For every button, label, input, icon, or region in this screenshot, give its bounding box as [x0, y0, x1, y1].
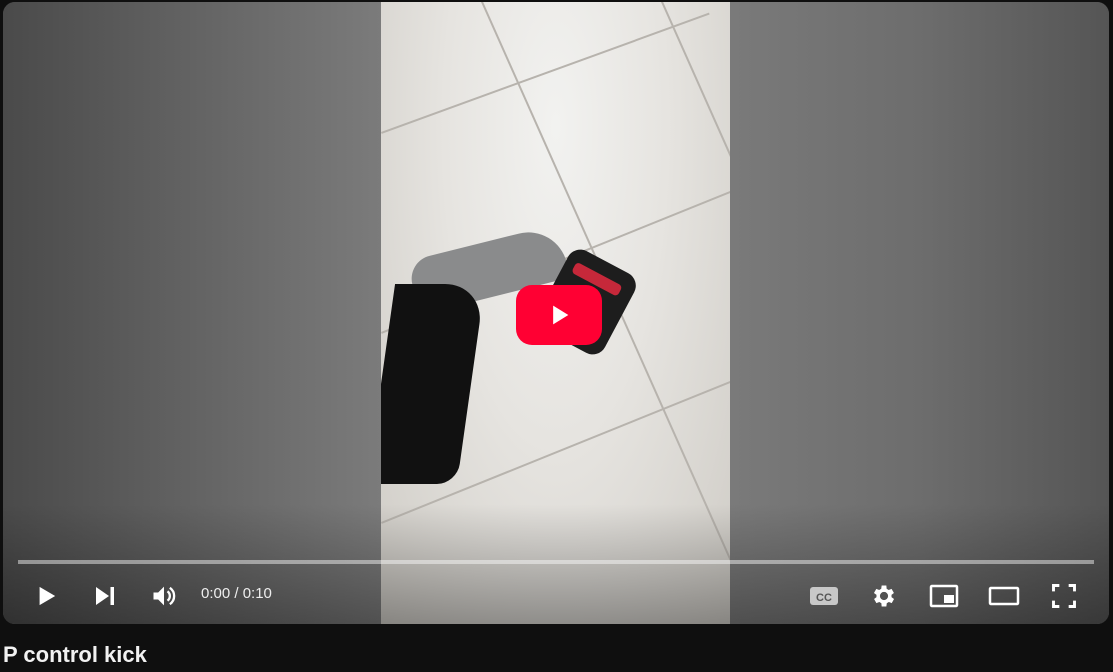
miniplayer-button[interactable]: [924, 576, 964, 616]
fullscreen-icon: [1052, 584, 1076, 608]
svg-text:CC: CC: [816, 592, 832, 604]
next-icon: [96, 587, 114, 605]
video-title[interactable]: P control kick: [3, 642, 147, 668]
volume-icon: [153, 586, 176, 606]
theater-mode-button[interactable]: [984, 576, 1024, 616]
time-display: 0:00 / 0:10: [201, 585, 272, 602]
large-play-button[interactable]: [516, 285, 602, 345]
fullscreen-button[interactable]: [1044, 576, 1084, 616]
theater-mode-icon: [988, 586, 1020, 606]
play-icon: [39, 586, 56, 606]
leg: [381, 284, 486, 484]
control-bar: 0:00 / 0:10 CC: [3, 572, 1109, 620]
closed-captions-icon: CC: [810, 587, 838, 605]
settings-button[interactable]: [864, 576, 904, 616]
play-icon: [553, 305, 569, 325]
miniplayer-icon: [929, 584, 959, 608]
gear-icon: [873, 585, 895, 607]
play-button[interactable]: [26, 576, 66, 616]
next-button[interactable]: [85, 576, 125, 616]
video-player[interactable]: 0:00 / 0:10 CC: [3, 2, 1109, 624]
captions-button[interactable]: CC: [804, 576, 844, 616]
progress-bar[interactable]: [18, 560, 1094, 564]
volume-button[interactable]: [144, 576, 184, 616]
